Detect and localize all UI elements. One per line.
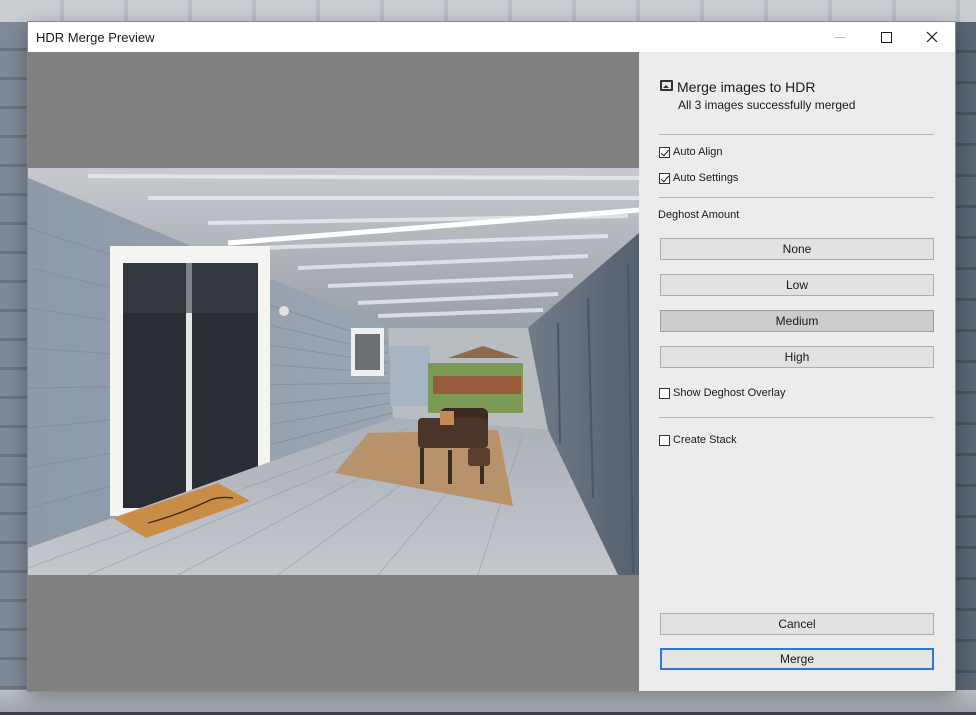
create-stack-checkbox[interactable]: Create Stack [659,434,737,446]
deghost-amount-label: Deghost Amount [658,209,740,221]
settings-panel: Merge images to HDR All 3 images success… [639,52,955,691]
window-title: HDR Merge Preview [36,30,155,45]
background-ceiling [0,0,976,22]
hdr-preview-image [28,168,639,575]
checkbox-checked-icon [659,146,670,158]
auto-align-checkbox[interactable]: Auto Align [659,146,723,158]
maximize-icon [880,31,892,43]
hdr-image-icon [660,80,673,91]
auto-settings-label: Auto Settings [673,172,739,184]
merge-status: All 3 images successfully merged [678,98,856,112]
close-button[interactable] [909,22,955,52]
title-bar[interactable]: HDR Merge Preview [28,22,955,52]
deghost-high-button[interactable]: High [660,346,934,368]
background-right-wall [954,22,976,715]
minimize-button[interactable] [817,22,863,52]
checkbox-unchecked-icon [659,387,670,399]
create-stack-label: Create Stack [673,434,737,446]
background-left-wall [0,22,28,715]
auto-align-label: Auto Align [673,146,723,158]
minimize-icon [835,36,845,38]
hdr-merge-dialog: HDR Merge Preview Merge images to HDR Al… [28,22,955,691]
patio-photo [28,168,639,575]
panel-heading: Merge images to HDR [677,79,816,95]
divider [659,197,934,198]
divider [659,134,934,135]
checkbox-unchecked-icon [659,434,670,446]
show-deghost-overlay-label: Show Deghost Overlay [673,387,786,399]
hdr-preview-area[interactable] [28,52,639,691]
show-deghost-overlay-checkbox[interactable]: Show Deghost Overlay [659,387,786,399]
deghost-none-button[interactable]: None [660,238,934,260]
cancel-button[interactable]: Cancel [660,613,934,635]
divider [659,417,934,418]
maximize-button[interactable] [863,22,909,52]
deghost-low-button[interactable]: Low [660,274,934,296]
deghost-medium-button[interactable]: Medium [660,310,934,332]
close-icon [926,31,938,43]
merge-button[interactable]: Merge [660,648,934,670]
checkbox-checked-icon [659,172,670,184]
auto-settings-checkbox[interactable]: Auto Settings [659,172,738,184]
